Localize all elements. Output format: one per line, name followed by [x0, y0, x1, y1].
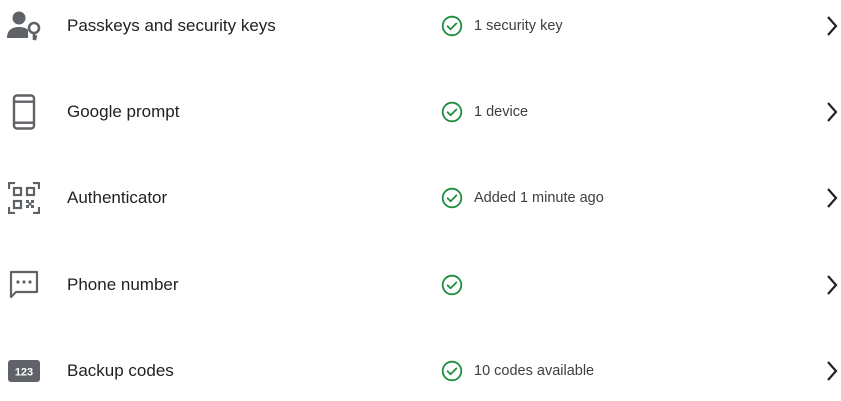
method-row-passkeys[interactable]: Passkeys and security keys 1 security ke…	[0, 0, 841, 56]
method-status	[441, 255, 474, 315]
method-label: Passkeys and security keys	[67, 16, 276, 35]
phone-icon	[6, 94, 42, 130]
method-status: 10 codes available	[441, 341, 594, 401]
method-label: Google prompt	[67, 102, 180, 121]
check-circle-icon	[441, 187, 463, 209]
method-status: 1 security key	[441, 0, 563, 56]
chevron-right-icon	[827, 16, 838, 36]
chevron-right-icon	[827, 275, 838, 295]
method-row-phone-number[interactable]: Phone number	[0, 255, 841, 315]
method-label: Phone number	[67, 275, 179, 294]
person-key-icon	[6, 8, 42, 44]
method-status: Added 1 minute ago	[441, 168, 604, 228]
check-circle-icon	[441, 360, 463, 382]
method-status-text: Added 1 minute ago	[474, 190, 604, 206]
chevron-right-icon	[827, 188, 838, 208]
sms-icon	[6, 267, 42, 303]
method-label: Authenticator	[67, 188, 168, 207]
method-row-google-prompt[interactable]: Google prompt 1 device	[0, 82, 841, 142]
backup-codes-icon: 123	[6, 353, 42, 389]
method-status: 1 device	[441, 82, 528, 142]
check-circle-icon	[441, 15, 463, 37]
method-row-backup-codes[interactable]: 123 Backup codes 10 codes available	[0, 341, 841, 401]
chevron-right-icon	[827, 361, 838, 381]
check-circle-icon	[441, 274, 463, 296]
method-row-authenticator[interactable]: Authenticator Added 1 minute ago	[0, 168, 841, 228]
two-step-methods-list: Passkeys and security keys 1 security ke…	[0, 0, 841, 383]
qr-code-icon	[6, 180, 42, 216]
method-status-text: 1 security key	[474, 18, 563, 34]
check-circle-icon	[441, 101, 463, 123]
method-label: Backup codes	[67, 361, 174, 380]
backup-codes-icon-text: 123	[15, 367, 33, 379]
method-status-text: 10 codes available	[474, 363, 595, 379]
method-status-text: 1 device	[474, 104, 529, 120]
chevron-right-icon	[827, 102, 838, 122]
